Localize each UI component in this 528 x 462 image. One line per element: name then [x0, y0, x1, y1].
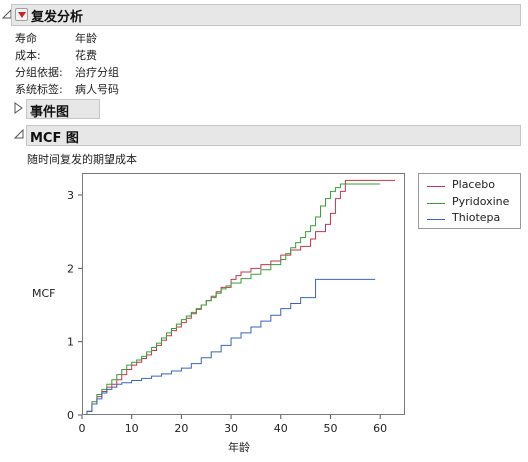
info-label-cost: 成本:: [15, 49, 41, 62]
x-axis-label: 年龄: [228, 441, 250, 454]
report-title: 复发分析: [31, 10, 84, 25]
mcf-subtitle: 随时间复发的期望成本: [27, 153, 137, 166]
legend-label-thiotepa: Thiotepa: [452, 211, 501, 224]
info-value-cost: 花费: [75, 49, 97, 62]
info-value-grouping: 治疗分组: [75, 66, 119, 79]
legend-label-placebo: Placebo: [452, 178, 495, 191]
info-value-lifetime: 年龄: [75, 32, 97, 45]
x-tick-label: 40: [274, 422, 288, 435]
y-axis-label: MCF: [32, 287, 56, 300]
mcf-section-header[interactable]: [26, 125, 521, 146]
x-tick-label: 20: [174, 422, 188, 435]
collapse-triangle-icon[interactable]: [14, 129, 24, 139]
y-tick-label: 1: [67, 336, 74, 349]
x-tick-label: 30: [224, 422, 238, 435]
x-tick-label: 60: [373, 422, 387, 435]
report-header: [11, 4, 521, 26]
x-tick-label: 50: [323, 422, 337, 435]
legend-swatch-thiotepa: [427, 219, 445, 220]
info-label-system-id: 系统标签:: [15, 83, 63, 96]
red-triangle-menu-icon[interactable]: [15, 8, 28, 21]
plot-frame: [82, 173, 405, 415]
info-value-system-id: 病人号码: [75, 83, 119, 96]
legend-item-pyridoxine: Pyridoxine: [427, 195, 519, 211]
legend: Placebo Pyridoxine Thiotepa: [418, 173, 521, 229]
legend-swatch-pyridoxine: [427, 203, 445, 204]
legend-item-thiotepa: Thiotepa: [427, 211, 519, 227]
y-tick-label: 2: [67, 262, 74, 275]
legend-label-pyridoxine: Pyridoxine: [452, 195, 510, 208]
events-section-title: 事件图: [30, 105, 70, 120]
x-tick-label: 0: [79, 422, 86, 435]
expand-triangle-icon[interactable]: [14, 102, 24, 114]
y-tick-label: 3: [67, 189, 74, 202]
legend-swatch-placebo: [427, 186, 445, 187]
info-label-lifetime: 寿命: [15, 32, 37, 45]
y-tick-label: 0: [67, 409, 74, 422]
x-tick-label: 10: [125, 422, 139, 435]
info-label-grouping: 分组依据:: [15, 66, 63, 79]
mcf-section-title: MCF 图: [30, 131, 79, 146]
legend-item-placebo: Placebo: [427, 178, 519, 194]
